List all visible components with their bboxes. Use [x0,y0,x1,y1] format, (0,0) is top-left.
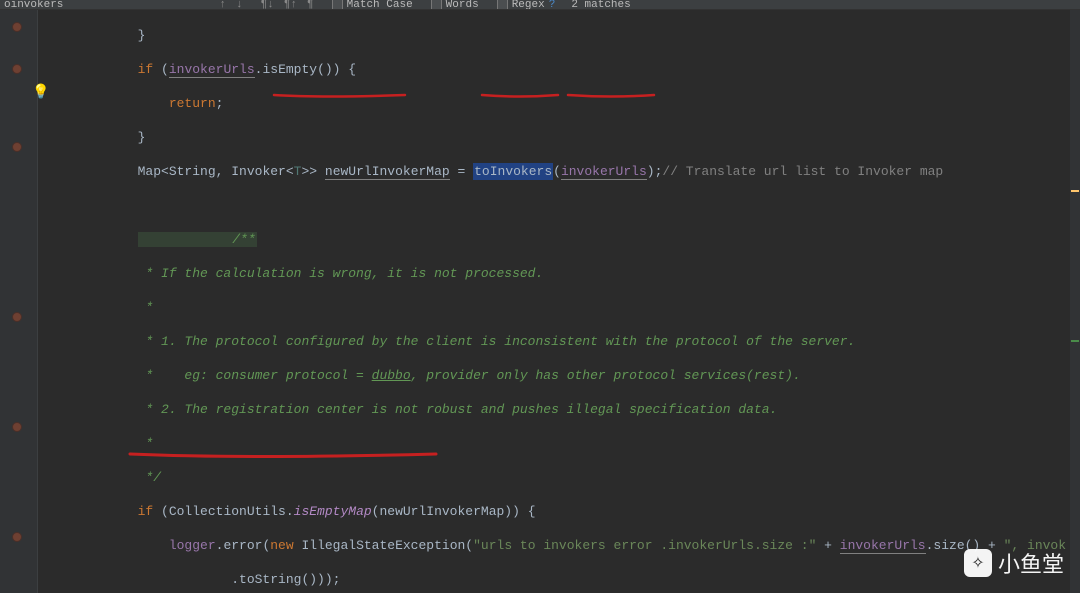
code-line[interactable]: if (CollectionUtils.isEmptyMap(newUrlInv… [44,503,1080,520]
annotation-underline [272,92,407,100]
code-line[interactable]: * If the calculation is wrong, it is not… [44,265,1080,282]
next-match-button[interactable]: ↓ [236,0,243,10]
override-icon[interactable] [10,310,24,324]
code-line[interactable]: * eg: consumer protocol = dubbo, provide… [44,367,1080,384]
code-line[interactable]: logger.error(new IllegalStateException("… [44,537,1080,554]
code-line[interactable]: if (invokerUrls.isEmpty()) { [44,61,1080,78]
code-line[interactable] [44,197,1080,214]
match-case-label: Match Case [347,0,413,10]
annotation-underline [128,450,438,462]
regex-checkbox[interactable] [497,0,508,10]
code-line[interactable]: } [44,27,1080,44]
match-count: 2 matches [571,0,630,10]
annotation-underline [566,92,656,100]
gutter[interactable]: 💡 [0,10,38,593]
watermark-icon: ✧ [964,549,992,577]
code-line[interactable]: * 1. The protocol configured by the clie… [44,333,1080,350]
regex-help-icon[interactable]: ? [549,0,556,10]
code-line[interactable]: } [44,129,1080,146]
watermark-text: 小鱼堂 [998,547,1064,579]
search-option-icons: ¶↓ ¶↑ ¶ [261,0,314,10]
regex-label: Regex [512,0,545,10]
code-line[interactable]: .toString())); [44,571,1080,588]
words-checkbox[interactable] [431,0,442,10]
code-area[interactable]: } if (invokerUrls.isEmpty()) { return; }… [38,10,1080,593]
search-query[interactable]: oinvokers [4,0,63,10]
match-case-checkbox[interactable] [332,0,343,10]
code-line[interactable]: Map<String, Invoker<T>> newUrlInvokerMap… [44,163,1080,180]
watermark: ✧ 小鱼堂 [964,547,1064,579]
scroll-marker[interactable] [1071,190,1079,192]
option-icon[interactable]: ¶↑ [284,0,297,10]
override-icon[interactable] [10,530,24,544]
annotation-underline [480,92,560,100]
editor-pane: 💡 } if (invokerUrls.isEmpty()) { return;… [0,10,1080,593]
override-icon[interactable] [10,62,24,76]
code-line[interactable]: return; [44,95,1080,112]
override-icon[interactable] [10,140,24,154]
nav-arrows: ↑ ↓ [219,0,242,10]
scrollbar[interactable] [1070,10,1080,593]
option-icon[interactable]: ¶ [307,0,314,10]
override-icon[interactable] [10,420,24,434]
words-label: Words [446,0,479,10]
find-toolbar: oinvokers ↑ ↓ ¶↓ ¶↑ ¶ Match Case Words R… [0,0,1080,10]
code-line[interactable]: */ [44,469,1080,486]
override-icon[interactable] [10,20,24,34]
prev-match-button[interactable]: ↑ [219,0,226,10]
code-line[interactable]: * [44,299,1080,316]
scroll-marker[interactable] [1071,340,1079,342]
code-line[interactable]: * 2. The registration center is not robu… [44,401,1080,418]
code-line[interactable]: /** [44,231,1080,248]
option-icon[interactable]: ¶↓ [261,0,274,10]
